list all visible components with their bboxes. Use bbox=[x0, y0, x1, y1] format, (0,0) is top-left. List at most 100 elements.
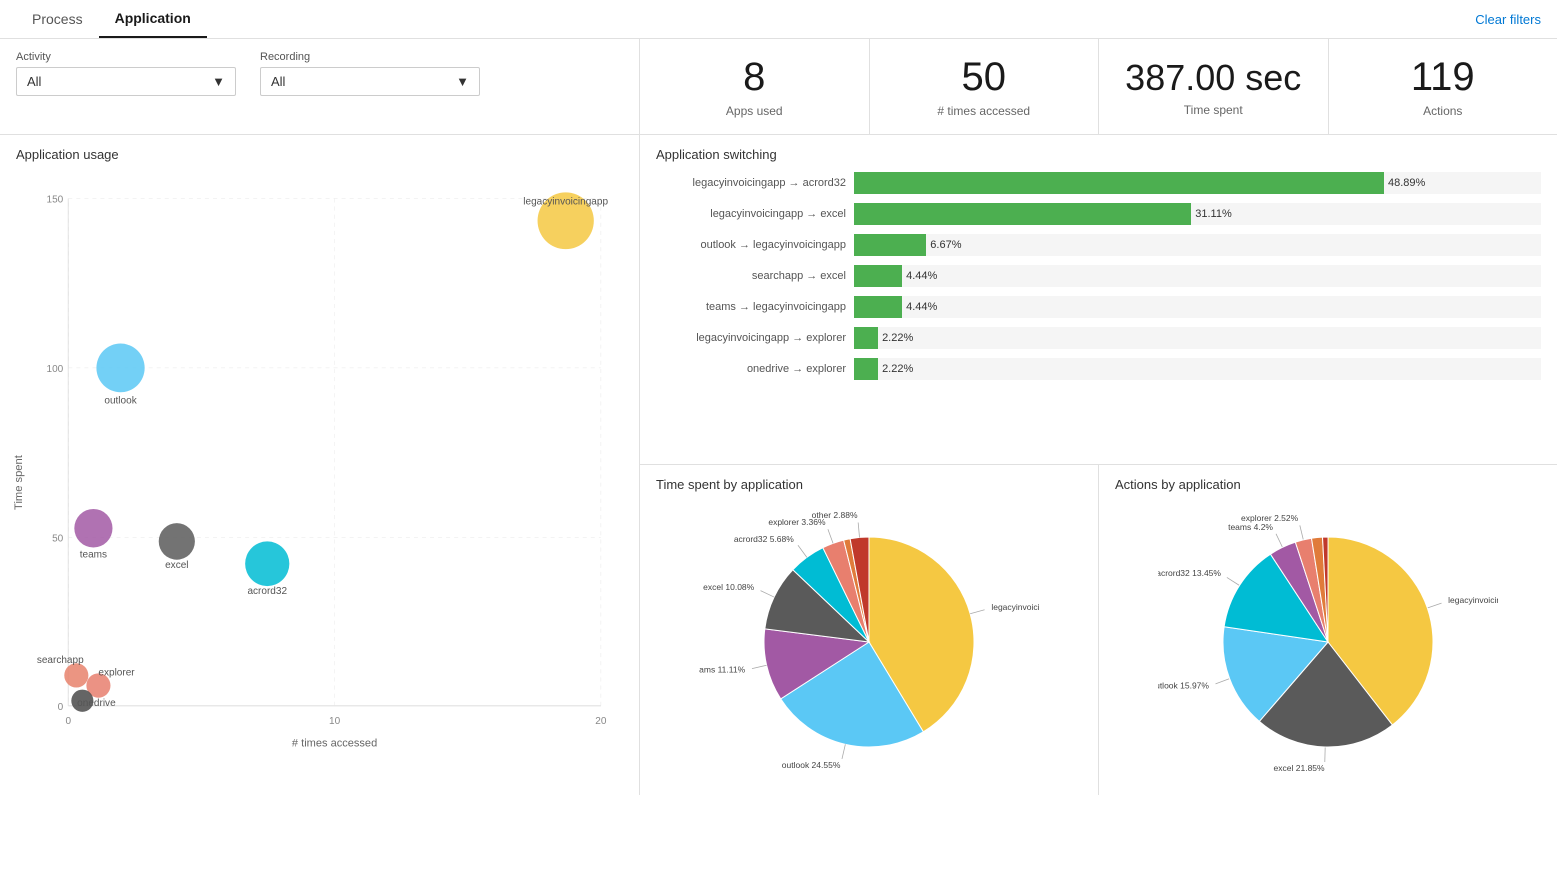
svg-text:explorer: explorer bbox=[98, 667, 135, 678]
pie-label-line bbox=[1276, 534, 1282, 548]
stat-card-accessed: 50 # times accessed bbox=[870, 39, 1100, 134]
svg-text:0: 0 bbox=[65, 716, 71, 727]
pie-label-line bbox=[752, 665, 767, 668]
actions-value: 119 bbox=[1411, 55, 1475, 100]
bar-label: outlook → legacyinvoicingapp bbox=[656, 239, 846, 251]
scatter-chart: Time spent 0 50 100 150 0 10 bbox=[8, 168, 631, 787]
stat-card-time: 387.00 sec Time spent bbox=[1099, 39, 1329, 134]
switching-bar-row: teams → legacyinvoicingapp 4.44% bbox=[656, 296, 1541, 318]
svg-text:onedrive: onedrive bbox=[77, 698, 116, 709]
bar-track: 6.67% bbox=[854, 234, 1541, 256]
bar-track: 4.44% bbox=[854, 265, 1541, 287]
pie-segment-label: acrord32 5.68% bbox=[734, 534, 794, 544]
bar-track: 31.11% bbox=[854, 203, 1541, 225]
bar-fill bbox=[854, 172, 1384, 194]
pie-label-line bbox=[858, 522, 859, 537]
switching-bar-row: legacyinvoicingapp → excel 31.11% bbox=[656, 203, 1541, 225]
svg-text:acrord32: acrord32 bbox=[247, 586, 287, 597]
bar-pct-label: 2.22% bbox=[882, 332, 913, 344]
pie-segment-label: acrord32 13.45% bbox=[1158, 568, 1221, 578]
activity-filter-group: Activity All ▼ bbox=[16, 51, 236, 96]
pie-label-line bbox=[842, 744, 845, 759]
switching-bar-row: legacyinvoicingapp → explorer 2.22% bbox=[656, 327, 1541, 349]
actions-pie-section: Actions by application legacyinvoicingap… bbox=[1099, 465, 1557, 795]
time-spent-pie-svg: legacyinvoicingapp 41.34%outlook 24.55%t… bbox=[699, 497, 1039, 777]
stat-card-actions: 119 Actions bbox=[1329, 39, 1557, 134]
application-switching-section: Application switching legacyinvoicingapp… bbox=[640, 135, 1557, 465]
recording-dropdown-icon: ▼ bbox=[456, 74, 469, 89]
svg-text:20: 20 bbox=[595, 716, 607, 727]
actions-label: Actions bbox=[1423, 104, 1462, 118]
svg-text:0: 0 bbox=[58, 702, 64, 713]
switching-bar-row: onedrive → explorer 2.22% bbox=[656, 358, 1541, 380]
bar-label: teams → legacyinvoicingapp bbox=[656, 301, 846, 313]
pie-segment-label: excel 21.85% bbox=[1274, 763, 1325, 773]
svg-text:10: 10 bbox=[329, 716, 341, 727]
pie-label-line bbox=[828, 529, 833, 543]
pie-label-line bbox=[1227, 577, 1240, 585]
bar-fill bbox=[854, 296, 902, 318]
application-usage-title: Application usage bbox=[8, 147, 631, 162]
activity-dropdown-icon: ▼ bbox=[212, 74, 225, 89]
svg-text:searchapp: searchapp bbox=[37, 655, 84, 666]
pie-segment-label: teams 4.2% bbox=[1228, 522, 1273, 532]
time-spent-pie-section: Time spent by application legacyinvoicin… bbox=[640, 465, 1099, 795]
pie-label-line bbox=[1300, 525, 1304, 540]
bar-label: legacyinvoicingapp → excel bbox=[656, 208, 846, 220]
app-switching-title: Application switching bbox=[656, 147, 1541, 162]
actions-pie-title: Actions by application bbox=[1115, 477, 1541, 492]
pie-segment-label: explorer 2.52% bbox=[1241, 513, 1299, 523]
pie-segment-label: excel 10.08% bbox=[703, 582, 754, 592]
bar-pct-label: 2.22% bbox=[882, 363, 913, 375]
recording-filter-group: Recording All ▼ bbox=[260, 51, 480, 96]
apps-used-label: Apps used bbox=[726, 104, 783, 118]
bar-track: 2.22% bbox=[854, 327, 1541, 349]
pie-label-line bbox=[761, 591, 775, 597]
bar-label: legacyinvoicingapp → explorer bbox=[656, 332, 846, 344]
times-accessed-label: # times accessed bbox=[937, 104, 1030, 118]
svg-text:150: 150 bbox=[47, 194, 64, 205]
recording-select[interactable]: All ▼ bbox=[260, 67, 480, 96]
pie-segment-label: outlook 24.55% bbox=[782, 760, 841, 770]
bar-fill bbox=[854, 234, 926, 256]
svg-text:Time spent: Time spent bbox=[13, 455, 25, 510]
svg-text:legacyinvoicingapp: legacyinvoicingapp bbox=[523, 196, 608, 207]
bar-pct-label: 31.11% bbox=[1195, 208, 1232, 220]
pie-segment-label: legacyinvoicingapp 39.5% bbox=[1448, 595, 1498, 605]
svg-text:teams: teams bbox=[80, 550, 107, 561]
pie-label-line bbox=[1216, 679, 1230, 684]
svg-text:excel: excel bbox=[165, 560, 188, 571]
svg-text:100: 100 bbox=[47, 364, 64, 375]
tab-application[interactable]: Application bbox=[99, 0, 207, 38]
times-accessed-value: 50 bbox=[962, 55, 1007, 100]
bar-pct-label: 48.89% bbox=[1388, 177, 1425, 189]
pie-segment-label: other 2.88% bbox=[812, 510, 858, 520]
svg-text:# times accessed: # times accessed bbox=[292, 737, 377, 749]
svg-text:outlook: outlook bbox=[104, 395, 137, 406]
scatter-svg: Time spent 0 50 100 150 0 10 bbox=[8, 168, 631, 787]
clear-filters-button[interactable]: Clear filters bbox=[1475, 12, 1541, 27]
switching-bar-row: searchapp → excel 4.44% bbox=[656, 265, 1541, 287]
bar-label: legacyinvoicingapp → acrord32 bbox=[656, 177, 846, 189]
time-spent-pie-title: Time spent by application bbox=[656, 477, 1082, 492]
time-spent-value: 387.00 sec bbox=[1125, 57, 1301, 99]
activity-select[interactable]: All ▼ bbox=[16, 67, 236, 96]
stat-card-apps: 8 Apps used bbox=[640, 39, 870, 134]
pie-label-line bbox=[970, 610, 984, 614]
bar-track: 4.44% bbox=[854, 296, 1541, 318]
bar-fill bbox=[854, 203, 1191, 225]
tab-process[interactable]: Process bbox=[16, 1, 99, 37]
bar-pct-label: 4.44% bbox=[906, 270, 937, 282]
pie-segment-label: teams 11.11% bbox=[699, 664, 746, 674]
bar-pct-label: 4.44% bbox=[906, 301, 937, 313]
switching-bar-row: legacyinvoicingapp → acrord32 48.89% bbox=[656, 172, 1541, 194]
bar-label: onedrive → explorer bbox=[656, 363, 846, 375]
pie-segment-label: outlook 15.97% bbox=[1158, 681, 1209, 691]
time-spent-label: Time spent bbox=[1184, 103, 1243, 117]
bar-track: 2.22% bbox=[854, 358, 1541, 380]
actions-pie-svg: legacyinvoicingapp 39.5% excel 21.85% outl… bbox=[1158, 497, 1498, 777]
bar-fill bbox=[854, 265, 902, 287]
bar-pct-label: 6.67% bbox=[930, 239, 961, 251]
svg-text:50: 50 bbox=[52, 533, 64, 544]
bar-fill bbox=[854, 327, 878, 349]
